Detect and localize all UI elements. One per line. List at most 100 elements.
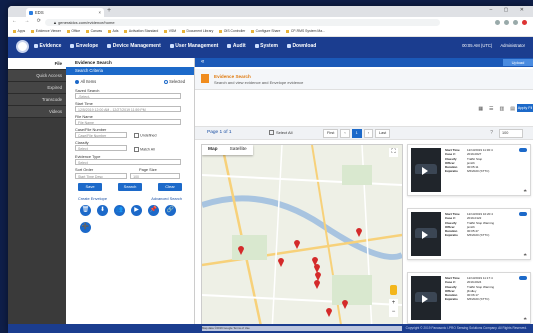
- extension-icons[interactable]: [495, 18, 527, 25]
- pagination-bar: Page 1 of 1 Select All First ‹ 1 › Last …: [195, 126, 533, 140]
- list-view-icon[interactable]: ☰: [489, 106, 493, 112]
- saved-search-select[interactable]: -Select-: [75, 93, 181, 99]
- bookmark[interactable]: Office: [67, 27, 80, 36]
- menu-system[interactable]: System: [254, 43, 278, 49]
- start-time-input[interactable]: 12/5/2019 12:00 AM - 12/27/2019 11:59 PM: [75, 106, 181, 112]
- video-thumbnail[interactable]: [411, 212, 441, 256]
- street-view-icon[interactable]: [390, 285, 397, 295]
- match-all-checkbox[interactable]: Match All: [134, 147, 155, 152]
- pager-prev[interactable]: ‹: [340, 129, 350, 138]
- grid-view-icon[interactable]: ▦: [478, 106, 483, 112]
- nav-expired[interactable]: Expired: [8, 82, 66, 94]
- video-thumbnail[interactable]: [411, 276, 441, 320]
- page-size-select[interactable]: 100: [130, 172, 181, 179]
- save-button[interactable]: Save: [78, 182, 102, 191]
- delete-icon[interactable]: 🗑: [80, 204, 91, 216]
- page-size-dropdown[interactable]: 100: [499, 129, 523, 138]
- map-tab[interactable]: Map: [202, 145, 224, 155]
- bookmark[interactable]: Canvas: [86, 27, 103, 36]
- video-thumbnail[interactable]: [411, 148, 441, 192]
- split-view-icon[interactable]: ▥: [500, 106, 505, 112]
- radio-selected[interactable]: Selected: [163, 79, 185, 86]
- evidence-card[interactable]: Start Time 12/13/2019 10:20:4 Case #: 2019…: [407, 208, 531, 260]
- sort-order-select[interactable]: Start Time Desc: [75, 172, 127, 179]
- page-title: Evidence Search: [214, 74, 251, 79]
- window-controls[interactable]: – ▢ ✕: [490, 7, 529, 13]
- browser-tab[interactable]: EDS ×: [26, 8, 104, 17]
- bookmark[interactable]: VSM: [164, 27, 176, 36]
- advanced-search-link[interactable]: Advanced Search: [151, 196, 182, 201]
- evidence-card[interactable]: Start Time 12/13/2019 11:30:4 Case #: 2019…: [407, 144, 531, 196]
- satellite-tab[interactable]: Satellite: [224, 145, 253, 155]
- toggle-icon[interactable]: [519, 148, 527, 152]
- car-icon: 🚓: [523, 253, 527, 256]
- search-panel: Evidence Search Search Criteria All Item…: [66, 58, 195, 333]
- bookmark[interactable]: OIS Controller: [219, 27, 245, 36]
- menu-audit[interactable]: Audit: [227, 43, 246, 49]
- play-icon: [422, 231, 428, 239]
- pager-first[interactable]: First: [323, 129, 339, 138]
- menu-evidence[interactable]: Evidence: [34, 43, 61, 49]
- nav-transcode[interactable]: Transcode: [8, 94, 66, 106]
- map-marker: [356, 228, 362, 237]
- upload-button[interactable]: Upload: [503, 59, 533, 66]
- search-criteria-header[interactable]: Search Criteria: [66, 67, 194, 75]
- menu-device-management[interactable]: Device Management: [107, 43, 161, 49]
- bookmark[interactable]: Ads: [108, 27, 119, 36]
- evidence-map[interactable]: Map Satellite ⛶ + − Map data ©2019 Googl…: [201, 144, 403, 332]
- close-tab-icon[interactable]: ×: [99, 8, 101, 17]
- bookmark[interactable]: Document Library: [182, 27, 214, 36]
- map-marker: [326, 308, 332, 317]
- page-description: Search and view evidence and Envelope ev…: [214, 80, 304, 85]
- map-marker: [314, 280, 320, 289]
- share-icon[interactable]: 👥: [114, 204, 125, 216]
- evidence-type-select[interactable]: Select: [75, 158, 181, 165]
- collapse-icon[interactable]: «: [201, 59, 204, 65]
- favicon-icon: [29, 10, 33, 15]
- evidence-card[interactable]: Start Time 12/13/2019 11:17:4 Case #: 2019…: [407, 272, 531, 324]
- map-marker: [278, 258, 284, 267]
- new-tab-button[interactable]: +: [107, 7, 111, 14]
- zoom-controls[interactable]: + −: [389, 299, 398, 317]
- header-right: 00:05 AM (UTC) Administrator: [462, 43, 525, 48]
- fullscreen-icon[interactable]: ⛶: [389, 148, 398, 157]
- help-icon[interactable]: ?: [490, 127, 493, 139]
- link-icon[interactable]: 🔗: [165, 204, 176, 216]
- nav-quick-access[interactable]: Quick Access: [8, 70, 66, 82]
- create-envelope-link[interactable]: Create Envelope: [78, 196, 107, 201]
- apply-filter-button[interactable]: Apply Fil: [517, 104, 533, 112]
- clear-button[interactable]: Clear: [158, 182, 182, 191]
- play-icon[interactable]: ▶: [131, 204, 142, 216]
- nav-buttons[interactable]: ← → ⟳: [12, 18, 44, 24]
- menu-user-management[interactable]: User Management: [169, 43, 218, 49]
- user-menu[interactable]: Administrator: [500, 43, 525, 48]
- classify-select[interactable]: Select: [75, 145, 127, 152]
- nav-file[interactable]: File: [8, 58, 66, 70]
- map-type-tabs: Map Satellite: [202, 145, 253, 155]
- bookmark[interactable]: Configure Share: [251, 27, 281, 36]
- bookmark[interactable]: Apps: [13, 27, 26, 36]
- radio-all-items[interactable]: All Items: [75, 79, 96, 86]
- nav-videos[interactable]: Videos: [8, 106, 66, 118]
- select-all-checkbox[interactable]: Select All: [269, 127, 292, 139]
- download-icon[interactable]: ⬇: [97, 204, 108, 216]
- add-icon[interactable]: ➕: [80, 221, 91, 233]
- clock-display: 00:05 AM (UTC): [462, 43, 493, 48]
- file-name-input[interactable]: File Name: [75, 119, 181, 125]
- pager-next[interactable]: ›: [363, 129, 374, 138]
- pager-current[interactable]: 1: [351, 129, 362, 138]
- case-file-input[interactable]: Case/File Number: [75, 132, 127, 138]
- undefined-checkbox[interactable]: Undefined: [134, 133, 156, 138]
- detail-view-icon[interactable]: ▤: [510, 106, 515, 112]
- bookmark[interactable]: Evidence Viewer: [31, 27, 61, 36]
- menu-download[interactable]: Download: [286, 43, 316, 49]
- toggle-icon[interactable]: [519, 276, 527, 280]
- search-button[interactable]: Search: [118, 182, 142, 191]
- pin-icon[interactable]: 📌: [148, 204, 159, 216]
- menu-envelope[interactable]: Envelope: [70, 43, 98, 49]
- url-input[interactable]: ▲ generaldcs.com/evidence/home: [45, 18, 440, 26]
- bookmark[interactable]: CP-RMS System Ma...: [286, 27, 325, 36]
- pager-last[interactable]: Last: [375, 129, 391, 138]
- bookmark[interactable]: Activation Standard: [124, 27, 158, 36]
- toggle-icon[interactable]: [519, 212, 527, 216]
